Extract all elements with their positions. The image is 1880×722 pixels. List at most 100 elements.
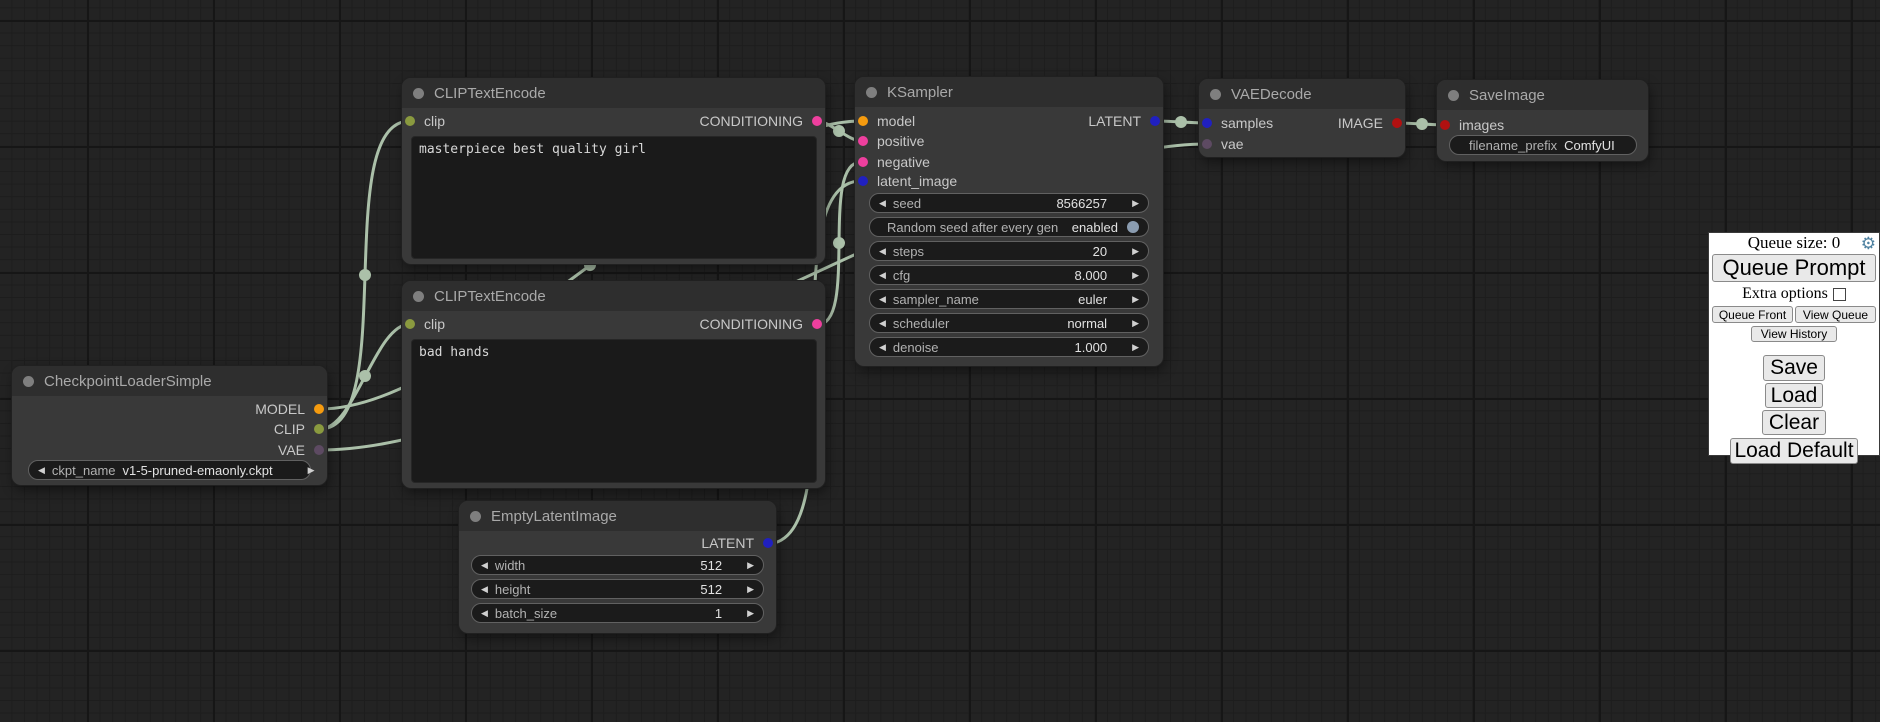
input-slot-latent-image[interactable]: latent_image (855, 171, 1163, 191)
collapse-dot-icon[interactable] (1210, 89, 1221, 100)
decrement-arrow-icon[interactable]: ◀ (481, 609, 488, 618)
view-queue-button[interactable]: View Queue (1795, 306, 1876, 323)
slot-label: LATENT (701, 535, 754, 551)
node-checkpoint-loader[interactable]: CheckpointLoaderSimple MODEL CLIP VAE ◀ … (12, 366, 327, 485)
node-ksampler[interactable]: KSampler model positive negative latent_… (855, 77, 1163, 366)
node-titlebar[interactable]: CLIPTextEncode (402, 78, 825, 108)
vae-slot-dot[interactable] (314, 445, 324, 455)
image-slot-dot[interactable] (1392, 118, 1402, 128)
width-widget[interactable]: ◀ width 512 ▶ (471, 555, 764, 575)
batch-size-widget[interactable]: ◀ batch_size 1 ▶ (471, 603, 764, 623)
load-button[interactable]: Load (1765, 383, 1823, 408)
vae-slot-dot[interactable] (1202, 139, 1212, 149)
clear-button[interactable]: Clear (1762, 410, 1826, 435)
height-widget[interactable]: ◀ height 512 ▶ (471, 579, 764, 599)
decrement-arrow-icon[interactable]: ◀ (879, 247, 886, 256)
model-slot-dot[interactable] (314, 404, 324, 414)
steps-widget[interactable]: ◀ steps 20 ▶ (869, 241, 1149, 261)
node-vae-decode[interactable]: VAEDecode samples vae IMAGE (1199, 79, 1405, 157)
output-slot-conditioning[interactable]: CONDITIONING (402, 314, 825, 334)
node-titlebar[interactable]: CheckpointLoaderSimple (12, 366, 327, 396)
negative-prompt-textarea[interactable]: bad hands (411, 339, 817, 483)
node-titlebar[interactable]: VAEDecode (1199, 79, 1405, 109)
collapse-dot-icon[interactable] (23, 376, 34, 387)
node-empty-latent-image[interactable]: EmptyLatentImage LATENT ◀ width 512 ▶ ◀ … (459, 501, 776, 633)
decrement-arrow-icon[interactable]: ◀ (879, 199, 886, 208)
decrement-arrow-icon[interactable]: ◀ (879, 271, 886, 280)
node-titlebar[interactable]: KSampler (855, 77, 1163, 107)
increment-arrow-icon[interactable]: ▶ (1132, 319, 1139, 328)
queue-prompt-button[interactable]: Queue Prompt (1712, 254, 1876, 282)
random-seed-toggle-widget[interactable]: Random seed after every gen enabled (869, 217, 1149, 237)
increment-arrow-icon[interactable]: ▶ (747, 609, 754, 618)
node-clip-text-encode-negative[interactable]: CLIPTextEncode clip CONDITIONING bad han… (402, 281, 825, 488)
node-title: SaveImage (1469, 87, 1545, 104)
conditioning-slot-dot[interactable] (812, 319, 822, 329)
increment-arrow-icon[interactable]: ▶ (308, 466, 315, 475)
output-slot-clip[interactable]: CLIP (12, 419, 327, 439)
increment-arrow-icon[interactable]: ▶ (1132, 295, 1139, 304)
output-slot-model[interactable]: MODEL (12, 399, 327, 419)
ckpt-name-widget[interactable]: ◀ ckpt_name v1-5-pruned-emaonly.ckpt ▶ (28, 460, 311, 480)
increment-arrow-icon[interactable]: ▶ (747, 561, 754, 570)
input-slot-vae[interactable]: vae (1199, 134, 1405, 154)
cfg-widget[interactable]: ◀ cfg 8.000 ▶ (869, 265, 1149, 285)
save-button[interactable]: Save (1763, 355, 1825, 381)
decrement-arrow-icon[interactable]: ◀ (481, 585, 488, 594)
increment-arrow-icon[interactable]: ▶ (1132, 271, 1139, 280)
output-slot-conditioning[interactable]: CONDITIONING (402, 111, 825, 131)
denoise-widget[interactable]: ◀ denoise 1.000 ▶ (869, 337, 1149, 357)
output-slot-image[interactable]: IMAGE (1199, 113, 1405, 133)
slot-label: negative (877, 154, 930, 170)
output-slot-latent[interactable]: LATENT (459, 533, 776, 553)
collapse-dot-icon[interactable] (470, 511, 481, 522)
widget-label: width (495, 558, 525, 573)
output-slot-latent[interactable]: LATENT (855, 111, 1163, 131)
increment-arrow-icon[interactable]: ▶ (1132, 247, 1139, 256)
sampler-name-widget[interactable]: ◀ sampler_name euler ▶ (869, 289, 1149, 309)
node-clip-text-encode-positive[interactable]: CLIPTextEncode clip CONDITIONING masterp… (402, 78, 825, 264)
latent-slot-dot[interactable] (858, 176, 868, 186)
widget-label: sampler_name (893, 292, 979, 307)
decrement-arrow-icon[interactable]: ◀ (38, 466, 45, 475)
input-slot-negative[interactable]: negative (855, 152, 1163, 172)
increment-arrow-icon[interactable]: ▶ (1132, 343, 1139, 352)
latent-slot-dot[interactable] (763, 538, 773, 548)
collapse-dot-icon[interactable] (1448, 90, 1459, 101)
increment-arrow-icon[interactable]: ▶ (1132, 199, 1139, 208)
slot-label: IMAGE (1338, 115, 1383, 131)
clip-slot-dot[interactable] (314, 424, 324, 434)
collapse-dot-icon[interactable] (413, 291, 424, 302)
latent-slot-dot[interactable] (1150, 116, 1160, 126)
node-titlebar[interactable]: EmptyLatentImage (459, 501, 776, 531)
increment-arrow-icon[interactable]: ▶ (747, 585, 754, 594)
extra-options-checkbox[interactable] (1833, 288, 1846, 301)
toggle-indicator[interactable] (1127, 221, 1139, 233)
collapse-dot-icon[interactable] (413, 88, 424, 99)
queue-front-button[interactable]: Queue Front (1712, 306, 1793, 323)
node-save-image[interactable]: SaveImage images filename_prefix ComfyUI (1437, 80, 1648, 161)
filename-prefix-widget[interactable]: filename_prefix ComfyUI (1449, 135, 1637, 155)
load-default-button[interactable]: Load Default (1730, 438, 1858, 464)
decrement-arrow-icon[interactable]: ◀ (879, 343, 886, 352)
collapse-dot-icon[interactable] (866, 87, 877, 98)
decrement-arrow-icon[interactable]: ◀ (879, 319, 886, 328)
view-history-button[interactable]: View History (1751, 326, 1837, 342)
conditioning-slot-dot[interactable] (858, 157, 868, 167)
input-slot-positive[interactable]: positive (855, 131, 1163, 151)
input-slot-images[interactable]: images (1437, 115, 1648, 135)
node-titlebar[interactable]: CLIPTextEncode (402, 281, 825, 311)
scheduler-widget[interactable]: ◀ scheduler normal ▶ (869, 313, 1149, 333)
conditioning-slot-dot[interactable] (858, 136, 868, 146)
slot-label: CONDITIONING (700, 316, 803, 332)
seed-widget[interactable]: ◀ seed 8566257 ▶ (869, 193, 1149, 213)
positive-prompt-textarea[interactable]: masterpiece best quality girl (411, 136, 817, 259)
node-titlebar[interactable]: SaveImage (1437, 80, 1648, 110)
decrement-arrow-icon[interactable]: ◀ (481, 561, 488, 570)
conditioning-slot-dot[interactable] (812, 116, 822, 126)
settings-gear-icon[interactable]: ⚙ (1861, 235, 1876, 252)
output-slot-vae[interactable]: VAE (12, 440, 327, 460)
image-slot-dot[interactable] (1440, 120, 1450, 130)
comfyui-canvas[interactable]: { "icons": { "left_arrow": "◀", "right_a… (0, 0, 1880, 722)
decrement-arrow-icon[interactable]: ◀ (879, 295, 886, 304)
